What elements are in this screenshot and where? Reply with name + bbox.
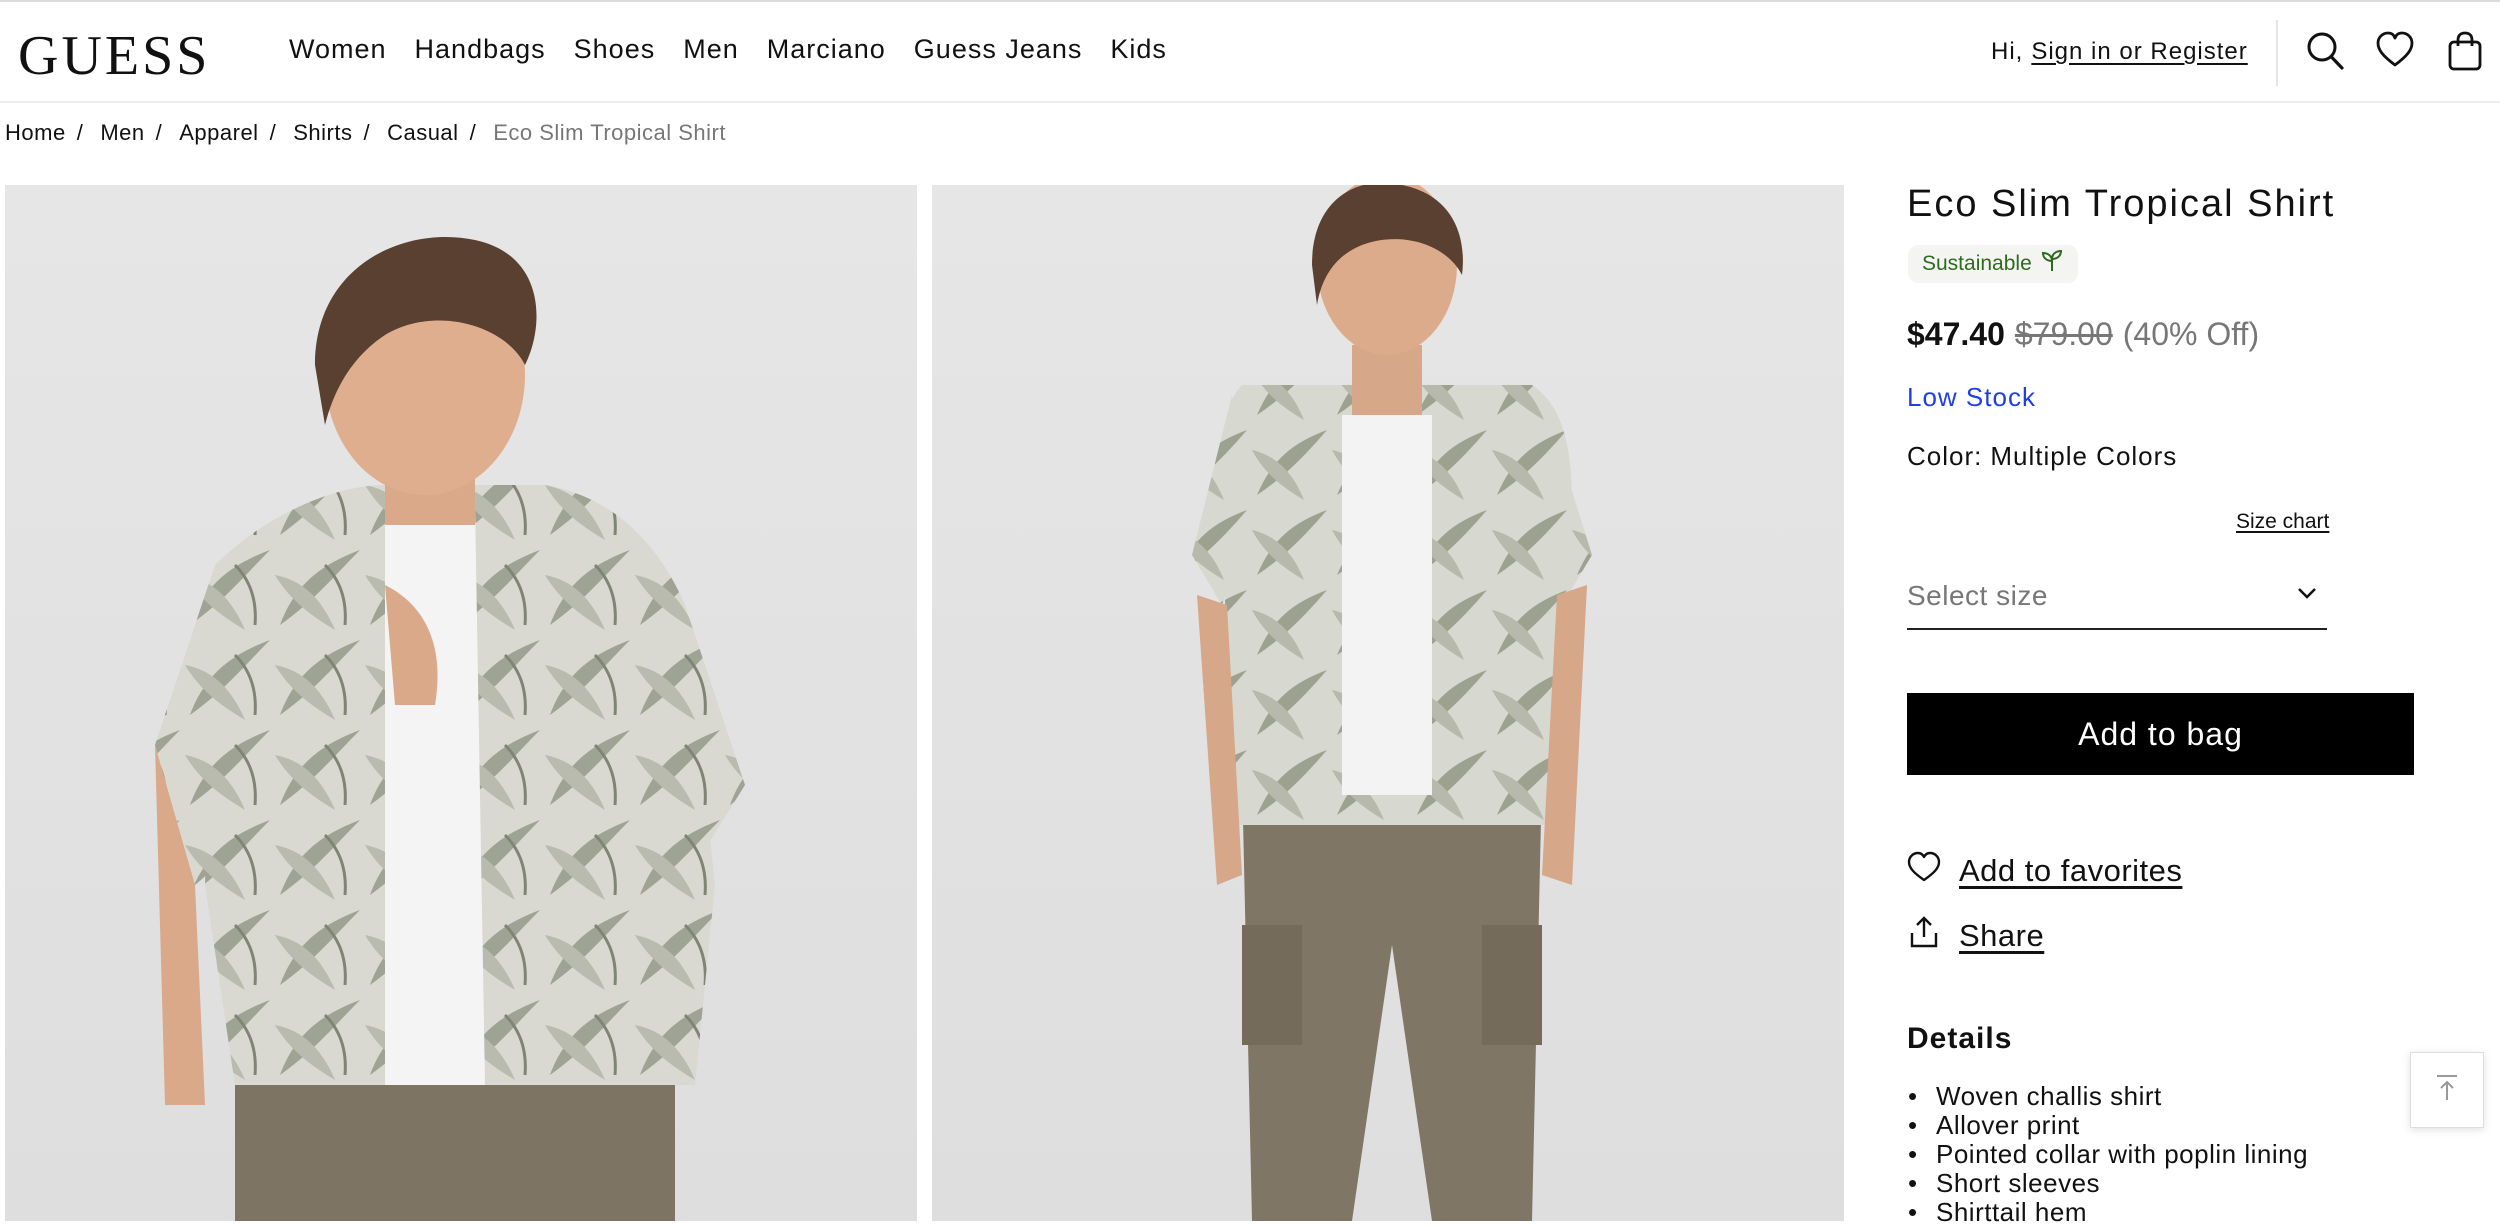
product-title: Eco Slim Tropical Shirt bbox=[1907, 183, 2336, 225]
nav-marciano[interactable]: Marciano bbox=[767, 34, 886, 65]
breadcrumb-separator: / bbox=[155, 120, 163, 145]
add-to-favorites-action[interactable]: Add to favorites bbox=[1907, 851, 2182, 891]
size-chart-link[interactable]: Size chart bbox=[2236, 510, 2329, 534]
list-item: Pointed collar with poplin lining bbox=[1908, 1140, 2308, 1170]
breadcrumb-separator: / bbox=[363, 120, 371, 145]
search-icon[interactable] bbox=[2305, 30, 2345, 72]
price-row: $47.40 $79.00 (40% Off) bbox=[1907, 316, 2259, 353]
greeting-text: Hi, bbox=[1991, 38, 2024, 65]
heart-icon bbox=[1907, 851, 1941, 891]
nav-women[interactable]: Women bbox=[289, 34, 387, 65]
breadcrumb-shirts[interactable]: Shirts bbox=[293, 120, 352, 146]
list-item: Allover print bbox=[1908, 1111, 2308, 1141]
breadcrumb-current: Eco Slim Tropical Shirt bbox=[493, 120, 726, 145]
site-header: GUESS Women Handbags Shoes Men Marciano … bbox=[0, 0, 2500, 103]
header-divider bbox=[2276, 20, 2278, 86]
add-to-favorites-label[interactable]: Add to favorites bbox=[1959, 853, 2182, 889]
heart-icon[interactable] bbox=[2375, 30, 2415, 72]
sustainable-badge: Sustainable bbox=[1908, 245, 2078, 283]
list-item: Shirttail hem bbox=[1908, 1198, 2308, 1227]
back-to-top-button[interactable] bbox=[2410, 1052, 2484, 1128]
color-label: Color: bbox=[1907, 441, 1983, 471]
account-greeting: Hi, Sign in or Register bbox=[1991, 38, 2248, 66]
nav-men[interactable]: Men bbox=[683, 34, 739, 65]
nav-handbags[interactable]: Handbags bbox=[415, 34, 546, 65]
sprout-icon bbox=[2040, 249, 2064, 279]
chevron-down-icon bbox=[2295, 580, 2319, 612]
nav-guess-jeans[interactable]: Guess Jeans bbox=[914, 34, 1083, 65]
color-value: Multiple Colors bbox=[1990, 441, 2178, 471]
original-price: $79.00 bbox=[2014, 316, 2113, 352]
nav-kids[interactable]: Kids bbox=[1110, 34, 1167, 65]
sustainable-label: Sustainable bbox=[1922, 252, 2032, 275]
bag-icon[interactable] bbox=[2445, 30, 2485, 72]
details-heading: Details bbox=[1907, 1022, 2013, 1055]
arrow-up-icon bbox=[2432, 1073, 2462, 1108]
breadcrumb-separator: / bbox=[269, 120, 277, 145]
stock-status: Low Stock bbox=[1907, 382, 2036, 412]
breadcrumb-separator: / bbox=[469, 120, 477, 145]
list-item: Short sleeves bbox=[1908, 1169, 2308, 1199]
product-image-1[interactable] bbox=[5, 185, 917, 1221]
breadcrumb: Home / Men / Apparel / Shirts / Casual / Eco … bbox=[5, 120, 726, 146]
breadcrumb-separator: / bbox=[76, 120, 84, 145]
details-list: Woven challis shirt Allover print Pointe… bbox=[1908, 1082, 2308, 1227]
nav-shoes[interactable]: Shoes bbox=[574, 34, 656, 65]
add-to-bag-button[interactable]: Add to bag bbox=[1907, 693, 2414, 775]
product-image-2[interactable] bbox=[932, 185, 1844, 1221]
guess-logo[interactable]: GUESS bbox=[18, 24, 210, 88]
main-nav: Women Handbags Shoes Men Marciano Guess … bbox=[289, 34, 1167, 65]
breadcrumb-casual[interactable]: Casual bbox=[387, 120, 458, 146]
breadcrumb-home[interactable]: Home bbox=[5, 120, 66, 146]
list-item: Woven challis shirt bbox=[1908, 1082, 2308, 1112]
color-row: Color: Multiple Colors bbox=[1907, 441, 2177, 472]
size-select-placeholder: Select size bbox=[1907, 580, 2048, 611]
breadcrumb-men[interactable]: Men bbox=[100, 120, 144, 146]
share-action[interactable]: Share bbox=[1907, 915, 2044, 957]
share-label[interactable]: Share bbox=[1959, 918, 2044, 954]
breadcrumb-apparel[interactable]: Apparel bbox=[179, 120, 258, 146]
size-select[interactable]: Select size bbox=[1907, 564, 2327, 630]
sign-in-link[interactable]: Sign in or Register bbox=[2031, 38, 2247, 66]
discount-percent: (40% Off) bbox=[2122, 316, 2260, 352]
sale-price: $47.40 bbox=[1907, 316, 2005, 352]
share-icon bbox=[1907, 915, 1941, 957]
